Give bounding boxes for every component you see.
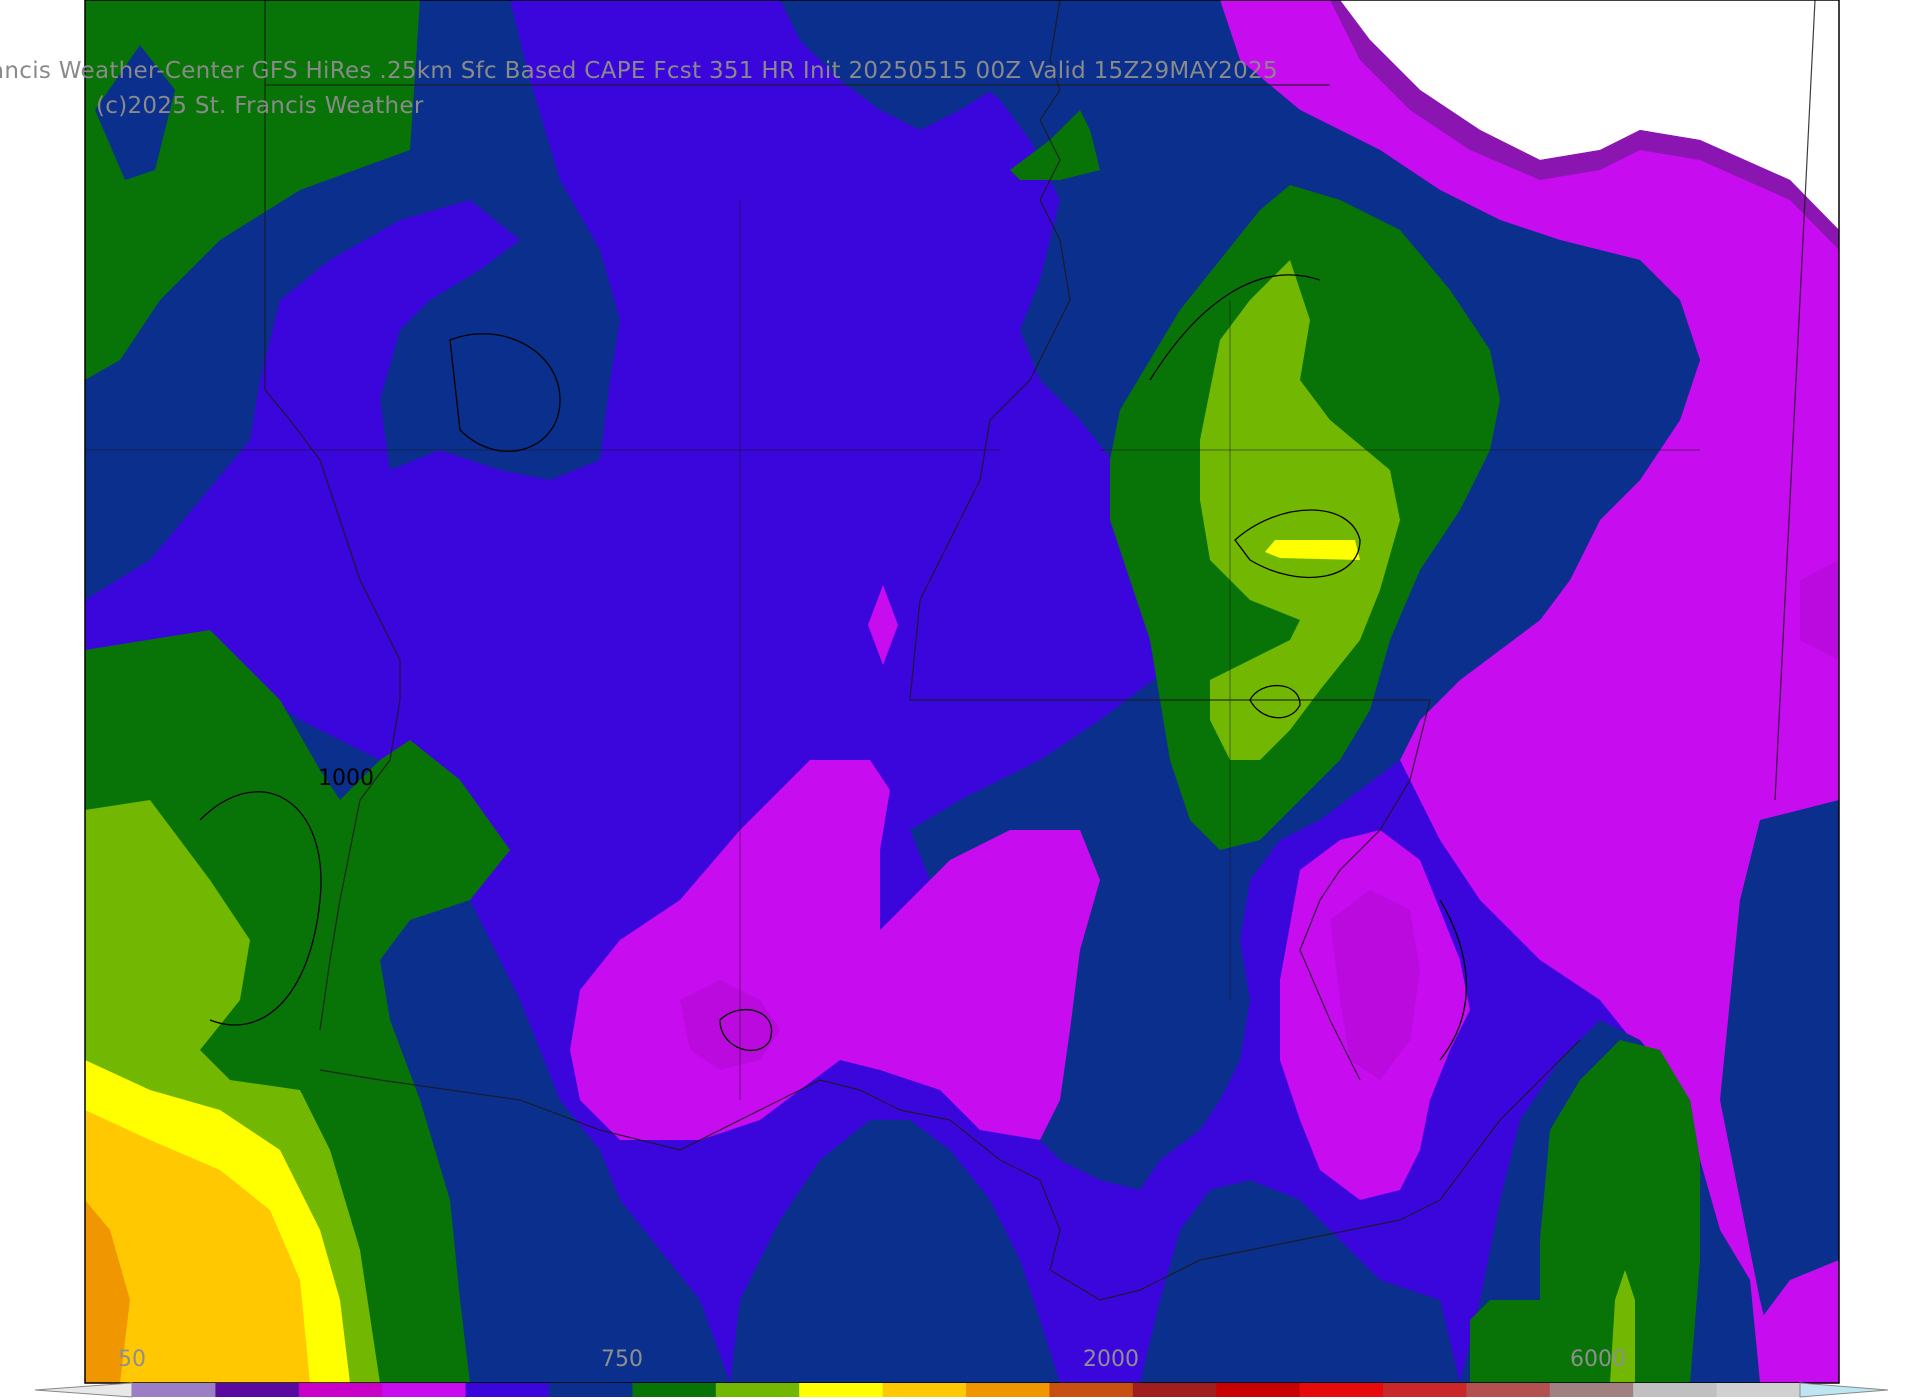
colorbar-left-arrow bbox=[34, 1382, 133, 1398]
colorbar-swatch bbox=[382, 1383, 467, 1397]
colorbar-swatch bbox=[1633, 1383, 1718, 1397]
colorbar-swatch bbox=[1466, 1383, 1551, 1397]
colorbar bbox=[34, 1382, 1889, 1398]
colorbar-swatch bbox=[1549, 1383, 1634, 1397]
colorbar-swatch bbox=[465, 1383, 550, 1397]
colorbar-swatch bbox=[1383, 1383, 1467, 1397]
copyright-text: (c)2025 St. Francis Weather bbox=[96, 93, 424, 119]
colorbar-swatch bbox=[799, 1383, 884, 1397]
colorbar-swatch bbox=[632, 1383, 717, 1397]
colorbar-swatch bbox=[132, 1383, 216, 1397]
colorbar-tick-label: 6000 bbox=[1570, 1347, 1626, 1372]
cape-fill-green-se2 bbox=[1470, 1300, 1540, 1383]
contour-label-1000: 1000 bbox=[318, 766, 374, 791]
colorbar-swatch bbox=[215, 1383, 300, 1397]
cape-fill-yellow-core bbox=[1265, 540, 1360, 560]
colorbar-swatch bbox=[1049, 1383, 1134, 1397]
colorbar-right-arrow bbox=[1799, 1382, 1889, 1398]
map-title: ancis Weather-Center GFS HiRes .25km Sfc… bbox=[0, 58, 1278, 84]
colorbar-swatch bbox=[715, 1383, 800, 1397]
colorbar-swatch bbox=[882, 1383, 967, 1397]
colorbar-swatch bbox=[298, 1383, 383, 1397]
colorbar-tick-label: 750 bbox=[601, 1347, 643, 1372]
colorbar-swatch bbox=[1132, 1383, 1217, 1397]
colorbar-tick-label: 2000 bbox=[1083, 1347, 1139, 1372]
colorbar-swatch bbox=[1299, 1383, 1384, 1397]
cape-fill-layer bbox=[85, 0, 1839, 1383]
colorbar-swatch bbox=[966, 1383, 1050, 1397]
colorbar-tick-label: 50 bbox=[118, 1347, 146, 1372]
colorbar-swatch bbox=[1216, 1383, 1301, 1397]
cape-map: 1000 bbox=[34, 0, 1889, 1398]
colorbar-swatch bbox=[1716, 1383, 1801, 1397]
colorbar-swatch bbox=[549, 1383, 633, 1397]
